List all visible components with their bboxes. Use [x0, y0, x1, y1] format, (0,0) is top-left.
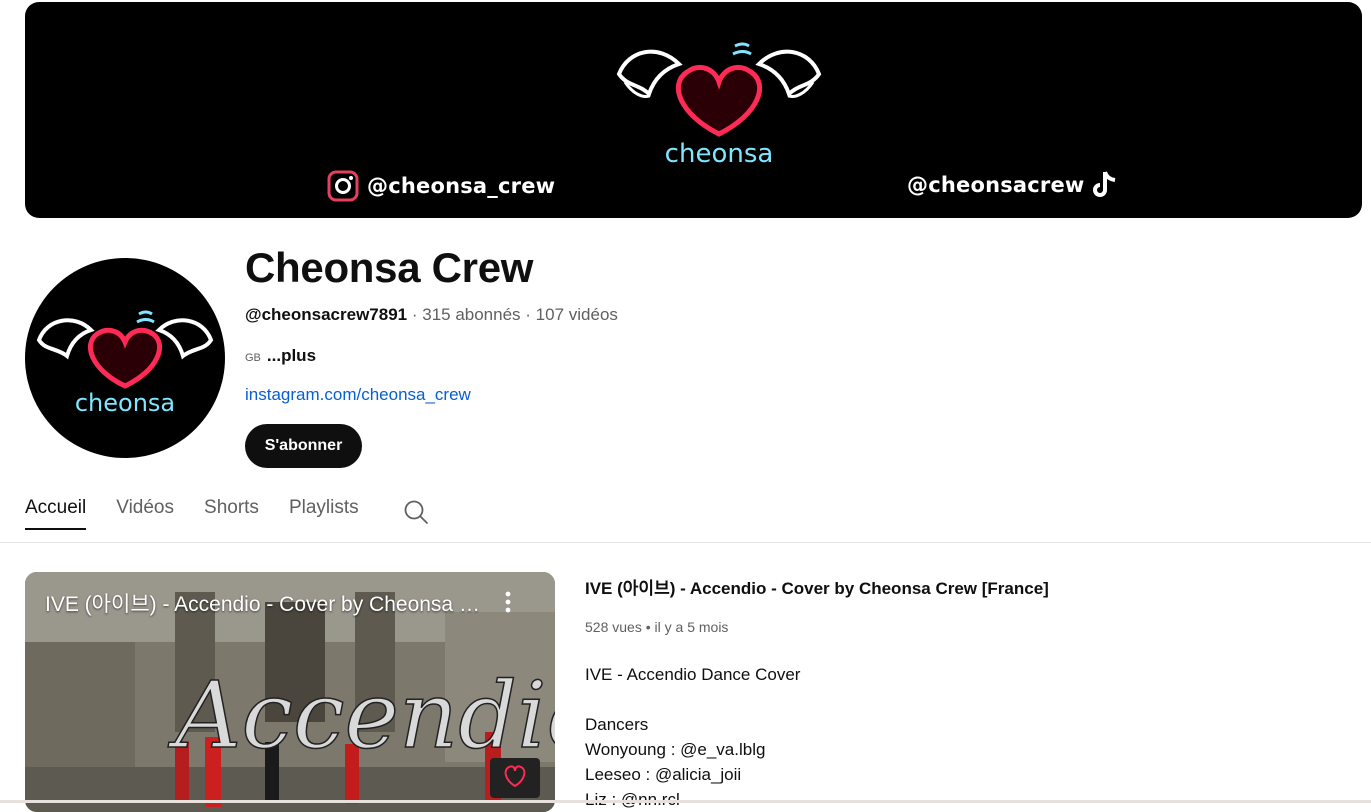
subscriber-count: 315 abonnés — [422, 305, 521, 324]
channel-handle: @cheonsacrew7891 — [245, 305, 408, 324]
description-line — [585, 687, 1185, 712]
tiktok-icon — [1092, 171, 1115, 197]
channel-name: Cheonsa Crew — [245, 244, 534, 291]
instagram-icon — [327, 170, 359, 202]
thumbnail-overlay-text: Accendio — [167, 662, 555, 769]
video-count: 107 vidéos — [535, 305, 618, 324]
meta-separator: · — [520, 305, 536, 324]
channel-banner: cheonsa @cheonsa_crew @cheonsacrew — [25, 2, 1362, 218]
channel-avatar[interactable]: cheonsa — [25, 258, 225, 458]
tiktok-handle: @cheonsacrew — [907, 173, 1085, 197]
tab-shorts[interactable]: Shorts — [204, 497, 259, 530]
description-line: Wonyoung : @e_va.lblg — [585, 740, 766, 759]
description-line: Dancers — [585, 715, 649, 734]
avatar-logo-text: cheonsa — [75, 389, 175, 417]
channel-description[interactable]: GB ...plus — [245, 346, 316, 366]
featured-video-title[interactable]: IVE (아이브) - Accendio - Cover by Cheonsa … — [585, 574, 1049, 599]
search-icon[interactable] — [403, 499, 429, 525]
upload-age: il y a 5 mois — [654, 619, 729, 635]
description-prefix: GB — [245, 352, 261, 364]
meta-separator: · — [407, 305, 423, 324]
description-line: Leeseo : @alicia_joii — [585, 765, 742, 784]
subscribe-button[interactable]: S'abonner — [245, 424, 362, 468]
more-vert-icon[interactable] — [499, 589, 517, 615]
banner-logo-text: cheonsa — [665, 139, 774, 169]
banner-tiktok: @cheonsacrew — [907, 170, 1119, 200]
view-count: 528 vues — [585, 619, 642, 635]
channel-tabs: Accueil Vidéos Shorts Playlists — [25, 497, 429, 543]
tab-accueil[interactable]: Accueil — [25, 497, 87, 530]
tabs-divider — [0, 542, 1371, 543]
cheonsa-neon-logo: cheonsa — [616, 42, 822, 169]
featured-video-meta: 528 vues • il y a 5 mois — [585, 619, 728, 635]
thumbnail-title: IVE (아이브) - Accendio - Cover by Cheonsa … — [45, 593, 485, 616]
banner-instagram: @cheonsa_crew — [327, 170, 555, 202]
avatar-logo: cheonsa — [36, 310, 214, 417]
description-line: IVE - Accendio Dance Cover — [585, 665, 801, 684]
channel-meta: @cheonsacrew7891 · 315 abonnés · 107 vid… — [245, 305, 618, 325]
featured-video-player[interactable]: Accendio IVE (아이브) - Accendio - Cover by… — [25, 572, 555, 812]
tab-playlists[interactable]: Playlists — [289, 497, 359, 530]
instagram-handle: @cheonsa_crew — [367, 174, 556, 198]
more-link[interactable]: ...plus — [267, 346, 316, 366]
meta-separator: • — [641, 619, 655, 635]
featured-video-description: IVE - Accendio Dance Cover Dancers Wonyo… — [585, 662, 1185, 812]
channel-link[interactable]: instagram.com/cheonsa_crew — [245, 385, 471, 405]
tab-videos[interactable]: Vidéos — [116, 497, 174, 530]
